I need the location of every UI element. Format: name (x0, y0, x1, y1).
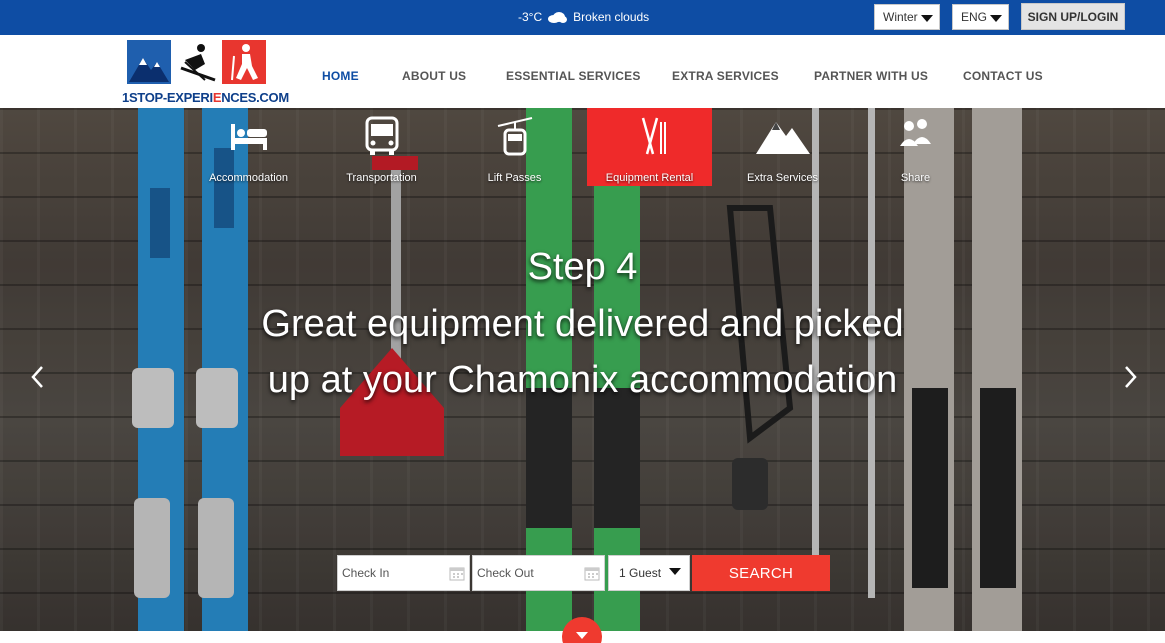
slider-next-arrow-icon[interactable] (1120, 363, 1140, 391)
skis-icon (641, 117, 666, 155)
service-transportation[interactable]: Transportation (315, 108, 448, 186)
bus-icon (365, 116, 398, 155)
nav-about-us[interactable]: ABOUT US (402, 69, 466, 83)
weather-widget: -3°C Broken clouds (518, 10, 649, 24)
nav-extra-services[interactable]: EXTRA SERVICES (672, 69, 779, 83)
nav-essential-services[interactable]: ESSENTIAL SERVICES (506, 69, 641, 83)
service-extra-services-label: Extra Services (747, 172, 818, 184)
weather-temperature: -3°C (518, 10, 543, 24)
gondola-icon (497, 117, 532, 156)
service-lift-passes[interactable]: Lift Passes (448, 108, 581, 186)
cloud-icon (548, 12, 568, 23)
chevron-down-icon (990, 15, 1002, 22)
season-select[interactable]: Winter (874, 4, 940, 30)
service-equipment-rental[interactable]: Equipment Rental (587, 108, 712, 186)
logo-mountain-tile (127, 40, 171, 84)
people-icon (899, 119, 931, 146)
check-in-placeholder: Check In (342, 566, 390, 580)
service-nav: Accommodation Transportation Lift Passes (182, 108, 982, 186)
hero-headline-line-2: up at your Chamonix accommodation (267, 359, 898, 401)
nav-partner-with-us[interactable]: PARTNER WITH US (814, 69, 928, 83)
calendar-icon[interactable] (449, 565, 465, 581)
signup-login-button[interactable]: SIGN UP/LOGIN (1021, 3, 1125, 30)
check-out-field[interactable]: Check Out (472, 555, 605, 591)
hero-slider: Accommodation Transportation Lift Passes (0, 108, 1165, 631)
service-share-label: Share (900, 172, 931, 184)
hero-headline: Great equipment delivered and picked up … (250, 296, 915, 408)
service-lift-passes-label: Lift Passes (487, 172, 542, 184)
hero-headline-line-1: Great equipment delivered and picked (261, 303, 904, 345)
guests-select[interactable]: 1 Guest (608, 555, 690, 591)
service-equipment-rental-label: Equipment Rental (605, 172, 694, 184)
logo-skier-tile (175, 40, 219, 84)
season-select-value: Winter (883, 10, 918, 24)
logo-wordmark: 1STOP-EXPERIENCES.COM (122, 90, 289, 105)
service-accommodation[interactable]: Accommodation (182, 108, 315, 186)
service-extra-services[interactable]: Extra Services (716, 108, 849, 186)
bed-icon (230, 124, 267, 150)
language-select-value: ENG (961, 10, 988, 24)
guests-select-value: 1 Guest (619, 566, 662, 580)
chevron-down-icon (669, 568, 681, 575)
hero-step-title: Step 4 (527, 246, 638, 288)
mountain-icon (755, 122, 810, 154)
check-in-field[interactable]: Check In (337, 555, 470, 591)
chevron-down-icon (576, 632, 588, 639)
search-button[interactable]: SEARCH (692, 555, 830, 591)
top-bar: -3°C Broken clouds Winter ENG SIGN UP/LO… (0, 0, 1165, 35)
service-transportation-label: Transportation (346, 172, 417, 184)
site-header: 1STOP-EXPERIENCES.COM HOME ABOUT US ESSE… (0, 35, 1165, 108)
check-out-placeholder: Check Out (477, 566, 534, 580)
site-logo[interactable]: 1STOP-EXPERIENCES.COM (122, 40, 289, 108)
chevron-down-icon (921, 15, 933, 22)
nav-contact-us[interactable]: CONTACT US (963, 69, 1043, 83)
weather-condition: Broken clouds (573, 10, 650, 24)
calendar-icon[interactable] (584, 565, 600, 581)
slider-prev-arrow-icon[interactable] (28, 363, 48, 391)
logo-hiker-tile (222, 40, 266, 84)
language-select[interactable]: ENG (952, 4, 1009, 30)
nav-home[interactable]: HOME (322, 69, 359, 83)
service-share[interactable]: Share (849, 108, 982, 186)
service-accommodation-label: Accommodation (209, 172, 288, 184)
